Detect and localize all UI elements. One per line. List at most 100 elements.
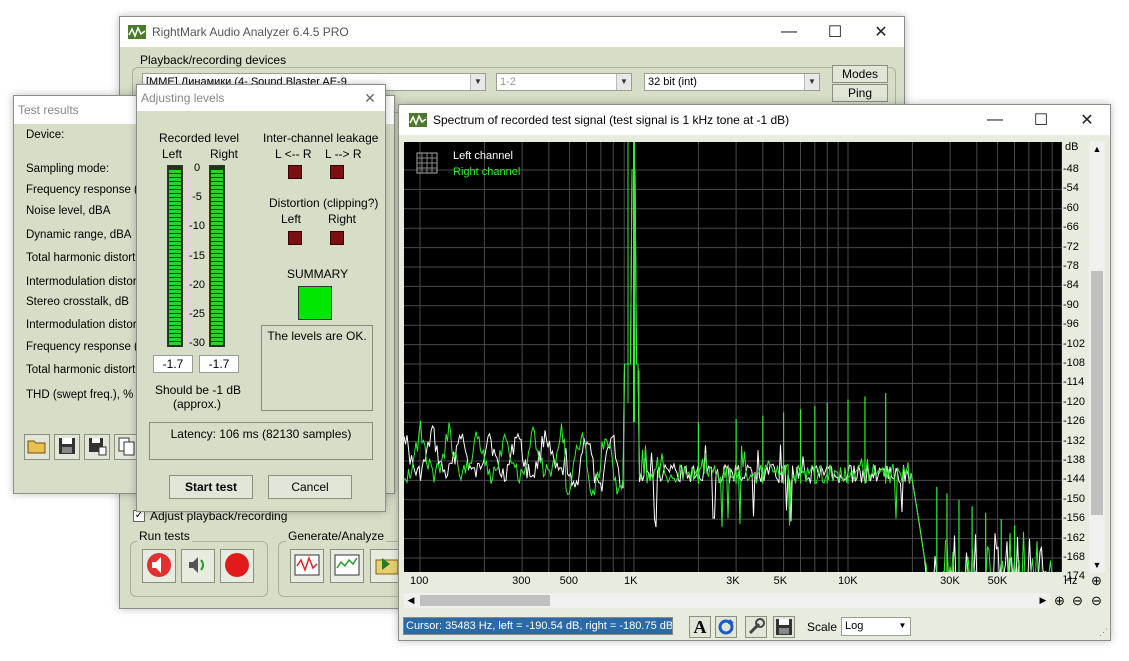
vertical-scroll-thumb[interactable] bbox=[1091, 271, 1103, 515]
cancel-button[interactable]: Cancel bbox=[268, 475, 352, 499]
speaker-icon bbox=[147, 553, 171, 577]
right-meter-fill bbox=[211, 170, 223, 345]
main-titlebar: RightMark Audio Analyzer 6.4.5 PRO — ☐ ✕ bbox=[120, 17, 904, 47]
run-volume-button[interactable] bbox=[181, 549, 215, 583]
latency-box: Latency: 106 ms (82130 samples) bbox=[149, 422, 373, 460]
refresh-button[interactable] bbox=[715, 616, 737, 638]
x-tick-label: 1K bbox=[624, 575, 638, 587]
maximize-icon[interactable]: ☐ bbox=[812, 17, 858, 47]
meter-scale-label: -5 bbox=[192, 191, 202, 204]
x-tick-label: 300 bbox=[512, 575, 531, 587]
speaker-wave-icon bbox=[189, 557, 204, 573]
channels-select[interactable]: 1-2 ▼ bbox=[496, 73, 632, 91]
x-tick-label: 3K bbox=[726, 575, 740, 587]
legend-left-label: Left channel bbox=[453, 150, 513, 162]
run-tests-label: Run tests bbox=[137, 529, 192, 543]
vertical-scrollbar[interactable]: ▲ ▼ bbox=[1089, 141, 1105, 573]
wrench-icon bbox=[748, 618, 765, 635]
distortion-left-label: Left bbox=[281, 212, 302, 226]
legend-right-label: Right channel bbox=[453, 166, 520, 178]
analyze-icon bbox=[334, 554, 360, 576]
chevron-down-icon: ▼ bbox=[616, 74, 631, 90]
latency-text: Latency: 106 ms (82130 samples) bbox=[170, 427, 352, 441]
close-icon[interactable]: ✕ bbox=[1064, 105, 1110, 135]
close-icon[interactable]: ✕ bbox=[355, 85, 385, 111]
modes-button[interactable]: Modes bbox=[832, 65, 888, 83]
results-row-label: Intermodulation distortio bbox=[26, 319, 149, 331]
resize-grip-icon[interactable]: ⋰ bbox=[1099, 627, 1108, 638]
x-tick-label: 5K bbox=[773, 575, 788, 587]
left-meter-fill bbox=[169, 170, 181, 345]
results-row-label: Frequency response (sv bbox=[26, 341, 150, 353]
distortion-right-indicator bbox=[330, 231, 344, 245]
results-row-label: Intermodulation distortio bbox=[26, 276, 149, 288]
x-tick-label: 500 bbox=[559, 575, 578, 587]
results-row-label: Frequency response (m bbox=[26, 184, 148, 196]
record-button[interactable] bbox=[220, 549, 254, 583]
l-to-r-label: L --> R bbox=[325, 147, 362, 161]
start-test-button[interactable]: Start test bbox=[169, 475, 253, 499]
generate-button[interactable] bbox=[290, 549, 324, 583]
results-toolbar bbox=[24, 434, 144, 462]
folder-open-icon bbox=[27, 440, 46, 454]
adjust-title: Adjusting levels bbox=[141, 91, 225, 105]
copy-icon bbox=[118, 437, 135, 456]
meter-scale-label: -30 bbox=[189, 337, 205, 350]
main-title: RightMark Audio Analyzer 6.4.5 PRO bbox=[152, 25, 349, 39]
zoom-out-x-icon[interactable]: ⊖ bbox=[1072, 593, 1088, 609]
spectrum-window: Spectrum of recorded test signal (test s… bbox=[398, 104, 1111, 641]
generate-label: Generate/Analyze bbox=[286, 529, 387, 543]
horizontal-scrollbar[interactable]: ◀ ▶ bbox=[404, 593, 1050, 608]
ping-button[interactable]: Ping bbox=[832, 84, 888, 102]
meter-scale-label: -10 bbox=[189, 220, 205, 233]
message-text: The levels are OK. bbox=[267, 329, 367, 343]
scroll-right-icon[interactable]: ▶ bbox=[1036, 593, 1050, 608]
results-row-label: Total harmonic distortio bbox=[26, 364, 145, 376]
text-tool-button[interactable]: A bbox=[689, 616, 711, 638]
minimize-icon[interactable]: — bbox=[972, 105, 1018, 135]
results-row-label: Device: bbox=[26, 129, 65, 141]
run-playback-button[interactable] bbox=[142, 549, 176, 583]
y-unit-label: dB bbox=[1065, 141, 1079, 153]
scale-select[interactable]: Log ▼ bbox=[841, 617, 911, 636]
scroll-down-icon[interactable]: ▼ bbox=[1089, 557, 1105, 573]
meter-scale-label: -25 bbox=[189, 308, 205, 320]
save-plot-button[interactable] bbox=[773, 616, 795, 638]
floppy-list-icon bbox=[89, 438, 107, 456]
chevron-down-icon: ▼ bbox=[804, 74, 819, 90]
scroll-left-icon[interactable]: ◀ bbox=[404, 593, 418, 608]
zoom-out-y-icon[interactable]: ⊖ bbox=[1091, 593, 1107, 609]
analyze-button[interactable] bbox=[330, 549, 364, 583]
adjust-window: Adjusting levels ✕ Recorded level Left R… bbox=[136, 84, 386, 512]
refresh-icon bbox=[718, 619, 734, 635]
meter-scale-label: -20 bbox=[189, 278, 205, 291]
settings-button[interactable] bbox=[745, 616, 767, 638]
horizontal-scroll-thumb[interactable] bbox=[420, 595, 550, 606]
zoom-in-y-icon[interactable]: ⊕ bbox=[1091, 574, 1105, 589]
chevron-down-icon: ▼ bbox=[895, 618, 910, 634]
open-button[interactable] bbox=[24, 434, 50, 460]
maximize-icon[interactable]: ☐ bbox=[1018, 105, 1064, 135]
results-row-label: Dynamic range, dBA bbox=[26, 229, 132, 241]
minimize-icon[interactable]: — bbox=[766, 17, 812, 47]
zoom-in-x-icon[interactable]: ⊕ bbox=[1054, 593, 1070, 609]
right-level-value: -1.7 bbox=[199, 355, 239, 373]
meter-scale-label: -15 bbox=[189, 249, 205, 262]
results-row-label: THD (swept freq.), % bbox=[26, 389, 134, 401]
results-row-label: Noise level, dBA bbox=[26, 205, 111, 217]
results-row-label: Sampling mode: bbox=[26, 163, 110, 175]
close-icon[interactable]: ✕ bbox=[858, 17, 904, 47]
save-as-button[interactable] bbox=[84, 434, 110, 460]
adjust-titlebar: Adjusting levels ✕ bbox=[137, 85, 385, 111]
leakage-left-indicator bbox=[288, 165, 302, 179]
scroll-up-icon[interactable]: ▲ bbox=[1089, 141, 1105, 157]
save-button[interactable] bbox=[54, 434, 80, 460]
distortion-right-label: Right bbox=[328, 212, 357, 226]
recorded-level-label: Recorded level bbox=[159, 131, 240, 145]
bits-select[interactable]: 32 bit (int) ▼ bbox=[644, 73, 820, 91]
app-logo-icon bbox=[409, 113, 427, 127]
x-tick-label: 30K bbox=[940, 575, 960, 587]
x-tick-label: 100 bbox=[410, 575, 429, 587]
spectrum-plot[interactable]: Left channel Right channel bbox=[404, 142, 1062, 572]
spectrum-title: Spectrum of recorded test signal (test s… bbox=[433, 113, 790, 127]
